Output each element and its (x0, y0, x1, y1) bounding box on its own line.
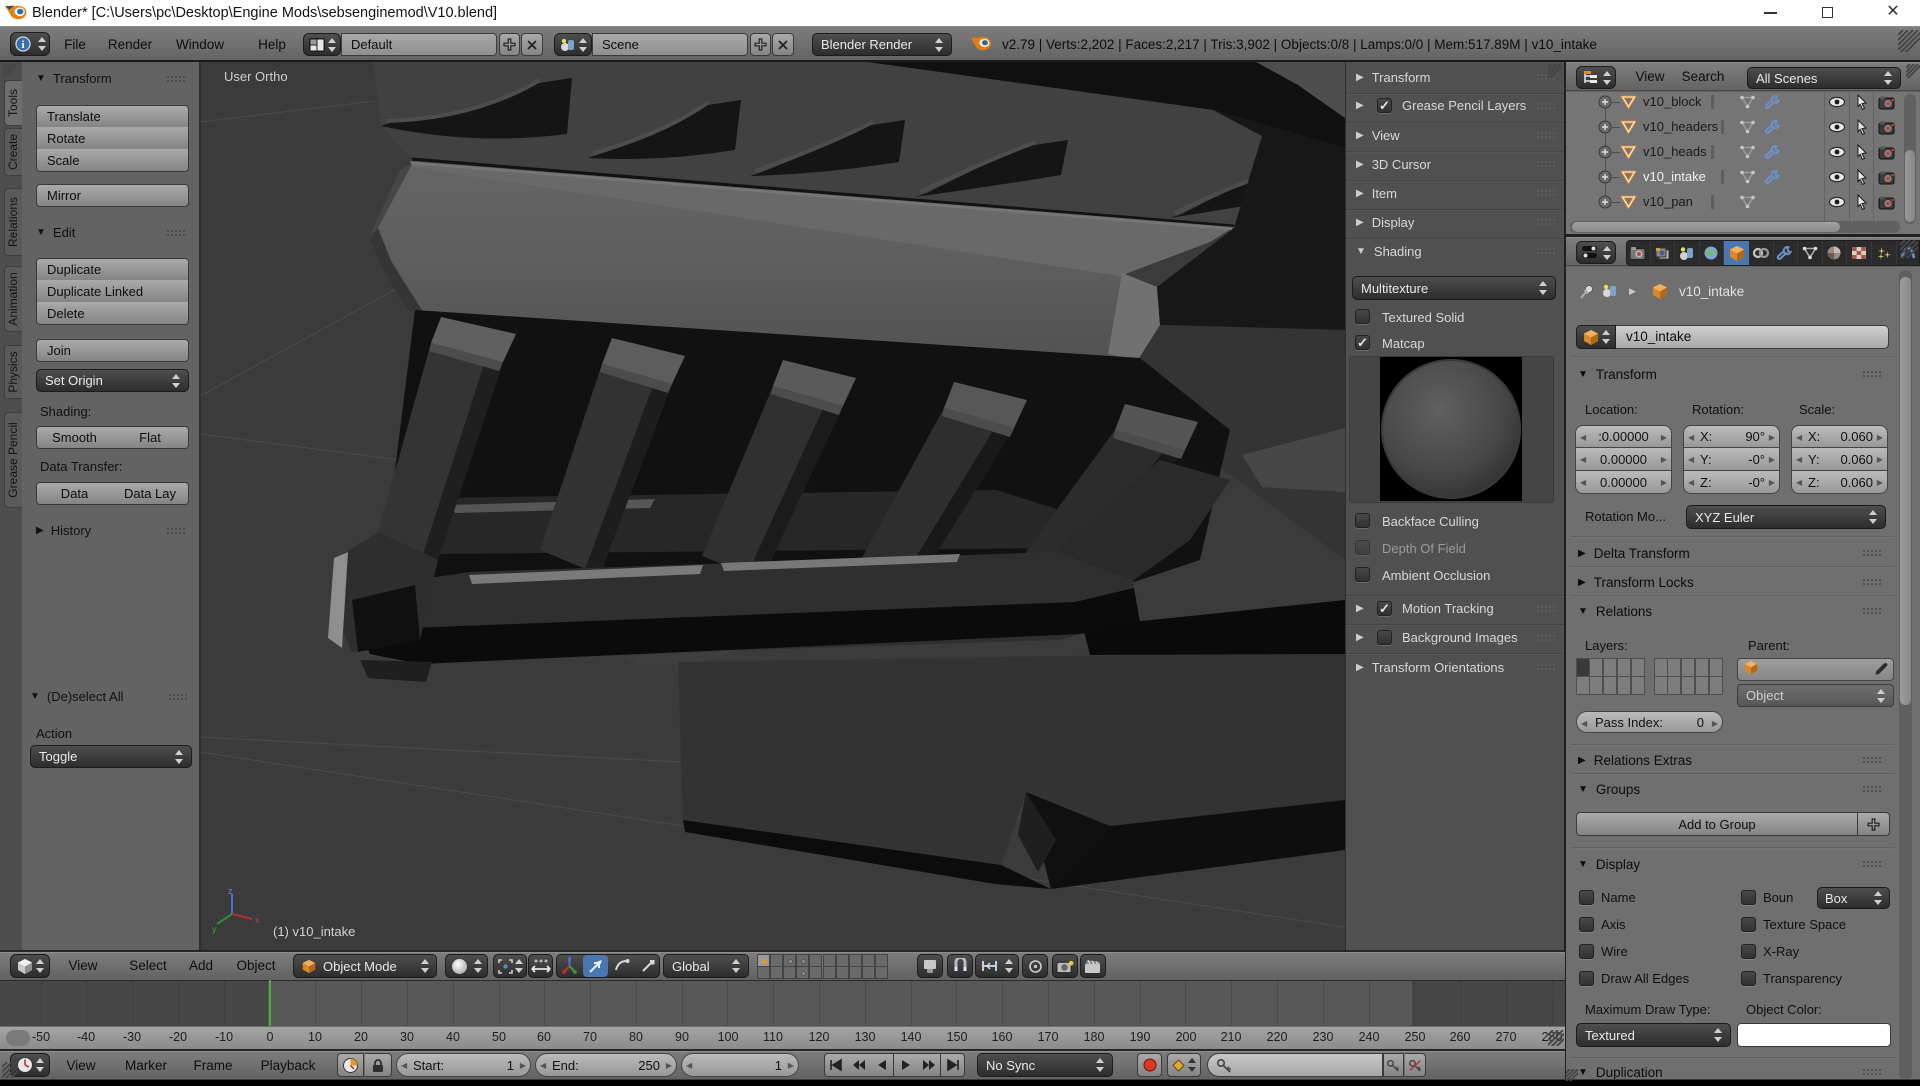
svg-text:y: y (212, 924, 217, 934)
svg-text:z: z (228, 886, 233, 896)
svg-text:x: x (255, 915, 260, 925)
svg-text:i: i (21, 39, 24, 51)
